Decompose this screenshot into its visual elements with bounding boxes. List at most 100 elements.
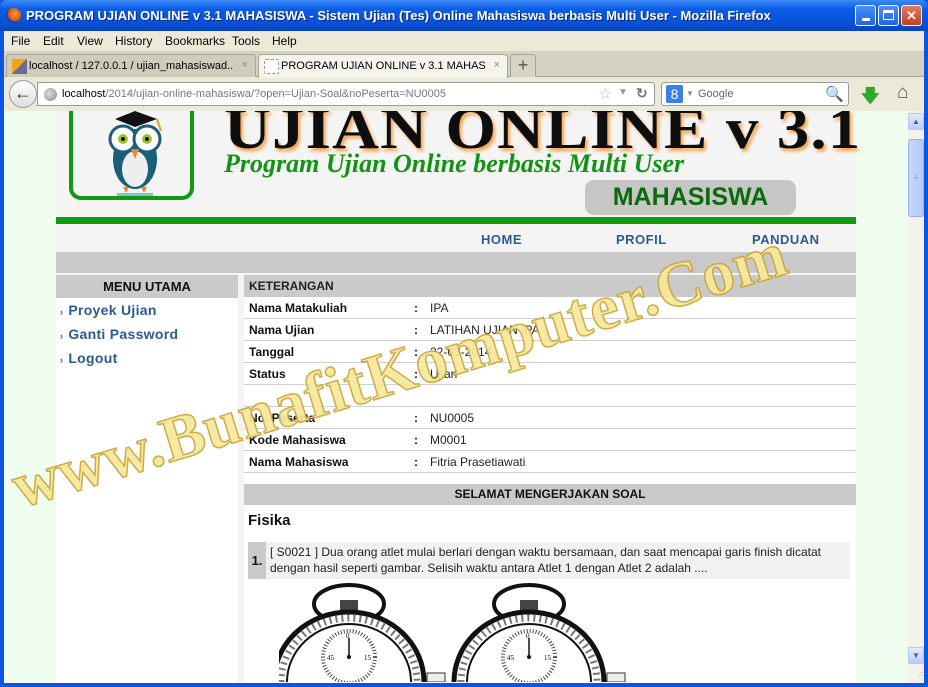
top-navigation: HOME PROFIL PANDUAN [56,224,856,252]
new-tab-button[interactable]: + [510,54,536,77]
menu-help[interactable]: Help [272,34,297,48]
minimize-icon [861,18,870,21]
search-placeholder: Google [698,88,734,100]
phpmyadmin-icon [12,59,27,74]
info-row-nama-mahasiswa: Nama Mahasiswa : Fitria Prasetiawati [244,451,856,473]
url-bar[interactable]: localhost/2014/ujian-online-mahasiswa/?o… [37,82,655,106]
info-row-status: Status : Ujian [244,363,856,385]
info-value: Fitria Prasetiawati [430,455,526,469]
tab-ujian-online[interactable]: PROGRAM UJIAN ONLINE v 3.1 MAHASI... × [258,54,508,78]
info-colon: : [414,301,418,315]
tab-close-icon[interactable]: × [242,59,248,71]
sidebar-item-label: Logout [68,350,118,366]
google-icon[interactable]: 8 [666,85,683,103]
search-magnifier-icon[interactable]: 🔍 [825,85,844,103]
stopwatch-label-right: 15 [544,654,552,662]
maximize-button[interactable] [878,5,899,26]
url-path: /2014/ujian-online-mahasiswa/?open=Ujian… [105,88,447,100]
info-colon: : [414,433,418,447]
sidebar-item-label: Ganti Password [68,326,179,342]
menu-history[interactable]: History [115,34,152,48]
site-subtitle: Program Ujian Online berbasis Multi User [224,149,685,178]
info-value: LATIHAN UJIAN IPA [430,323,540,337]
menu-tools[interactable]: Tools [232,34,260,48]
blank-page-icon [264,59,279,74]
close-button[interactable]: ✕ [901,5,922,26]
stopwatch-icon: 0 45 15 [279,583,446,682]
stopwatch-label-left: 45 [327,654,335,662]
back-button[interactable]: ← [9,80,37,108]
tab-bar: localhost / 127.0.0.1 / ujian_mahasiswad… [4,51,924,78]
menu-edit[interactable]: Edit [43,34,64,48]
question-text: [ S0021 ] Dua orang atlet mulai berlari … [270,545,821,575]
main-content: KETERANGAN Nama Matakuliah : IPA Nama Uj… [244,275,856,683]
site-header: UJIAN ONLINE v 3.1 Program Ujian Online … [56,111,860,215]
tab-label: PROGRAM UJIAN ONLINE v 3.1 MAHASI... [281,60,486,72]
info-row-kode-mahasiswa: Kode Mahasiswa : M0001 [244,429,856,451]
info-colon: : [414,367,418,381]
sidebar-item-ganti-password[interactable]: › Ganti Password [56,322,238,346]
menu-bookmarks[interactable]: Bookmarks [165,34,225,48]
site-logo[interactable] [69,111,194,200]
info-colon: : [414,455,418,469]
browser-window: PROGRAM UJIAN ONLINE v 3.1 MAHASISWA - S… [0,0,928,687]
title-bar[interactable]: PROGRAM UJIAN ONLINE v 3.1 MAHASISWA - S… [0,0,928,31]
info-label: Nama Mahasiswa [249,455,349,469]
page-container: UJIAN ONLINE v 3.1 Program Ujian Online … [56,111,860,683]
info-colon: : [414,411,418,425]
scroll-up-icon[interactable]: ▲ [908,113,924,130]
owl-mascot-icon [108,111,162,196]
url-text[interactable]: localhost/2014/ujian-online-mahasiswa/?o… [62,88,446,100]
sidebar-item-proyek-ujian[interactable]: › Proyek Ujian [56,298,238,322]
info-label: No. Peserta [249,411,316,425]
chevron-right-icon: › [60,331,64,341]
maximize-icon [883,10,894,20]
question-number: 1. [248,542,266,579]
header-divider [56,217,856,224]
info-colon: : [414,345,418,359]
search-engine-dropdown-icon[interactable]: ▼ [686,89,694,98]
bookmark-star-icon[interactable]: ☆ [598,84,612,104]
sidebar-item-logout[interactable]: › Logout [56,346,238,370]
nav-profil[interactable]: PROFIL [616,232,667,247]
sidebar-heading: MENU UTAMA [56,275,238,298]
home-icon[interactable]: ⌂ [897,82,908,104]
info-label: Status [249,367,286,381]
history-dropdown-icon[interactable]: ▼ [618,87,628,98]
globe-icon [44,88,57,101]
stopwatch-label-top: 0 [346,632,350,640]
nav-home[interactable]: HOME [481,232,522,247]
info-value: NU0005 [430,411,475,425]
menu-view[interactable]: View [77,34,103,48]
vertical-scrollbar[interactable]: ▲ ≡ ▼ [908,111,924,683]
info-colon: : [414,323,418,337]
search-bar[interactable]: 8 ▼ Google 🔍 [661,82,849,106]
subject-heading: Fisika [248,512,291,529]
info-value: 22-03-2014 [430,345,492,359]
minimize-button[interactable] [855,5,876,26]
info-value: M0001 [430,433,467,447]
stopwatch-icon: 0 45 15 [451,583,626,682]
nav-separator-bar [56,252,856,273]
stopwatch-label-top: 0 [526,632,530,640]
tab-close-icon[interactable]: × [494,59,500,71]
menu-file[interactable]: File [11,34,30,48]
resize-grip-icon[interactable]: ∴ [908,670,924,683]
info-label: Nama Ujian [249,323,315,337]
reload-icon[interactable]: ↻ [636,85,648,102]
info-label: Nama Matakuliah [249,301,348,315]
url-host: localhost [62,88,106,100]
info-row-nama-ujian: Nama Ujian : LATIHAN UJIAN IPA [244,319,856,341]
nav-panduan[interactable]: PANDUAN [752,232,820,247]
back-arrow-icon: ← [14,83,32,103]
info-row-tanggal: Tanggal : 22-03-2014 [244,341,856,363]
window-title: PROGRAM UJIAN ONLINE v 3.1 MAHASISWA - S… [26,8,771,23]
scroll-down-icon[interactable]: ▼ [908,647,924,664]
stopwatch-label-right: 15 [364,654,372,662]
sidebar: MENU UTAMA › Proyek Ujian › Ganti Password… [56,275,238,683]
keterangan-heading: KETERANGAN [244,275,856,297]
tab-phpmyadmin[interactable]: localhost / 127.0.0.1 / ujian_mahasiswad… [6,54,256,77]
exam-banner: SELAMAT MENGERJAKAN SOAL [244,484,856,505]
scroll-thumb[interactable]: ≡ [908,139,924,217]
download-icon[interactable]: 🡇 [861,84,880,114]
